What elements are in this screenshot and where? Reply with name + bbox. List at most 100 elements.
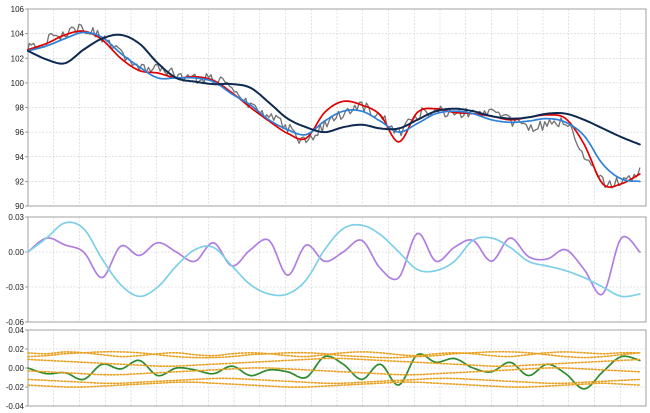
bands-series-3-point	[342, 371, 344, 373]
oscillator-series-0-point	[602, 293, 604, 295]
price-series-3-point	[417, 119, 419, 121]
oscillator-series-1-point	[287, 293, 289, 295]
bands-series-3-point	[528, 368, 530, 370]
oscillator-series-1-point	[621, 296, 623, 298]
bands-series-6-point	[194, 382, 196, 384]
bands-series-6-point	[565, 384, 567, 386]
price-series-3-point	[176, 77, 178, 79]
bands-series-1-point	[194, 354, 196, 356]
bands-series-2-point	[120, 363, 122, 365]
bands-series-3-point	[565, 367, 567, 369]
price-series-3-point	[602, 128, 604, 130]
bands-panel: 0.04 0.02 0.00 -0.02 -0.04	[6, 326, 647, 411]
bands-series-3-point	[46, 371, 48, 373]
oscillator-series-1-point	[435, 270, 437, 272]
bands-series-2-point	[398, 361, 400, 363]
bands-series-6-point	[491, 385, 493, 387]
bands-series-5-point	[120, 351, 122, 353]
oscillator-series-0-point	[305, 244, 307, 246]
bands-series-0-point	[268, 369, 270, 371]
bands-series-3-point	[305, 369, 307, 371]
bands-series-4-point	[287, 381, 289, 383]
bands-series-5-point	[231, 356, 233, 358]
price-series-1-point	[639, 173, 641, 175]
oscillator-series-1-point	[324, 249, 326, 251]
bands-series-3-point	[231, 368, 233, 370]
bands-series-2-point	[417, 362, 419, 364]
bands-series-2-point	[138, 364, 140, 366]
y-tick-label: 106	[11, 5, 25, 14]
bands-series-3-point	[64, 372, 66, 374]
oscillator-series-0-point	[120, 245, 122, 247]
bands-series-2-point	[64, 361, 66, 363]
oscillator-series-0-point	[83, 251, 85, 253]
oscillator-series-1-point	[417, 269, 419, 271]
oscillator-series-1-point	[305, 279, 307, 281]
price-series-1-point	[583, 144, 585, 146]
bands-series-1-point	[342, 352, 344, 354]
price-series-2-point	[435, 113, 437, 115]
price-series-3-point	[546, 113, 548, 115]
bands-series-0-point	[472, 367, 474, 369]
bands-series-5-point	[380, 357, 382, 359]
price-series-1-point	[602, 183, 604, 185]
oscillator-series-1-point	[528, 261, 530, 263]
bands-series-6-point	[176, 382, 178, 384]
price-series-1-point	[120, 58, 122, 60]
oscillator-series-1-point	[602, 286, 604, 288]
oscillator-series-1-point	[101, 258, 103, 260]
price-series-2-point	[287, 129, 289, 131]
bands-series-6-point	[639, 384, 641, 386]
oscillator-series-1-point	[46, 237, 48, 239]
oscillator-series-0-point	[546, 258, 548, 260]
price-series-3-point	[138, 43, 140, 45]
oscillator-series-1-point	[472, 240, 474, 242]
price-series-3-point	[398, 128, 400, 130]
bands-series-2-point	[546, 363, 548, 365]
price-series-3-point	[83, 49, 85, 51]
price-series-3-point	[621, 136, 623, 138]
price-series-2-point	[46, 45, 48, 47]
bands-series-5-point	[472, 352, 474, 354]
y-tick-label: 96	[15, 128, 24, 137]
oscillator-series-1-point	[250, 284, 252, 286]
price-series-3-point	[101, 38, 103, 40]
oscillator-series-0-point	[361, 240, 363, 242]
bands-series-1-point	[176, 352, 178, 354]
price-series-0-point	[305, 140, 307, 142]
bands-series-2-point	[194, 364, 196, 366]
bands-series-6-point	[583, 383, 585, 385]
bands-series-1-point	[46, 353, 48, 355]
oscillator-series-0-point	[342, 251, 344, 253]
bands-series-2-point	[602, 361, 604, 363]
y-tick-label: 102	[11, 54, 25, 63]
bands-series-2-point	[268, 361, 270, 363]
price-series-1-point	[398, 141, 400, 143]
price-series-3-point	[287, 118, 289, 120]
oscillator-series-1-point	[639, 293, 641, 295]
oscillator-series-1-point	[27, 251, 29, 253]
bands-series-2-point	[324, 358, 326, 360]
bands-series-2-point	[472, 364, 474, 366]
price-series-0-point	[287, 126, 289, 128]
bands-series-4-point	[491, 380, 493, 382]
bands-series-6-point	[435, 382, 437, 384]
price-series-2-point	[231, 93, 233, 95]
bands-series-3-point	[361, 372, 363, 374]
bands-series-3-point	[583, 368, 585, 370]
price-series-2-point	[565, 122, 567, 124]
bands-series-6-point	[231, 383, 233, 385]
oscillator-series-0-point	[157, 242, 159, 244]
bands-series-3-point	[194, 370, 196, 372]
bands-series-3-point	[268, 367, 270, 369]
bands-series-1-point	[546, 352, 548, 354]
bands-series-2-point	[342, 358, 344, 360]
bands-series-6-point	[602, 382, 604, 384]
bands-series-0-point	[380, 363, 382, 365]
bands-series-0-point	[305, 377, 307, 379]
bands-series-2-point	[435, 363, 437, 365]
bands-series-0-point	[287, 371, 289, 373]
bands-series-4-point	[472, 379, 474, 381]
oscillator-series-0-point	[565, 249, 567, 251]
bands-series-5-point	[305, 352, 307, 354]
